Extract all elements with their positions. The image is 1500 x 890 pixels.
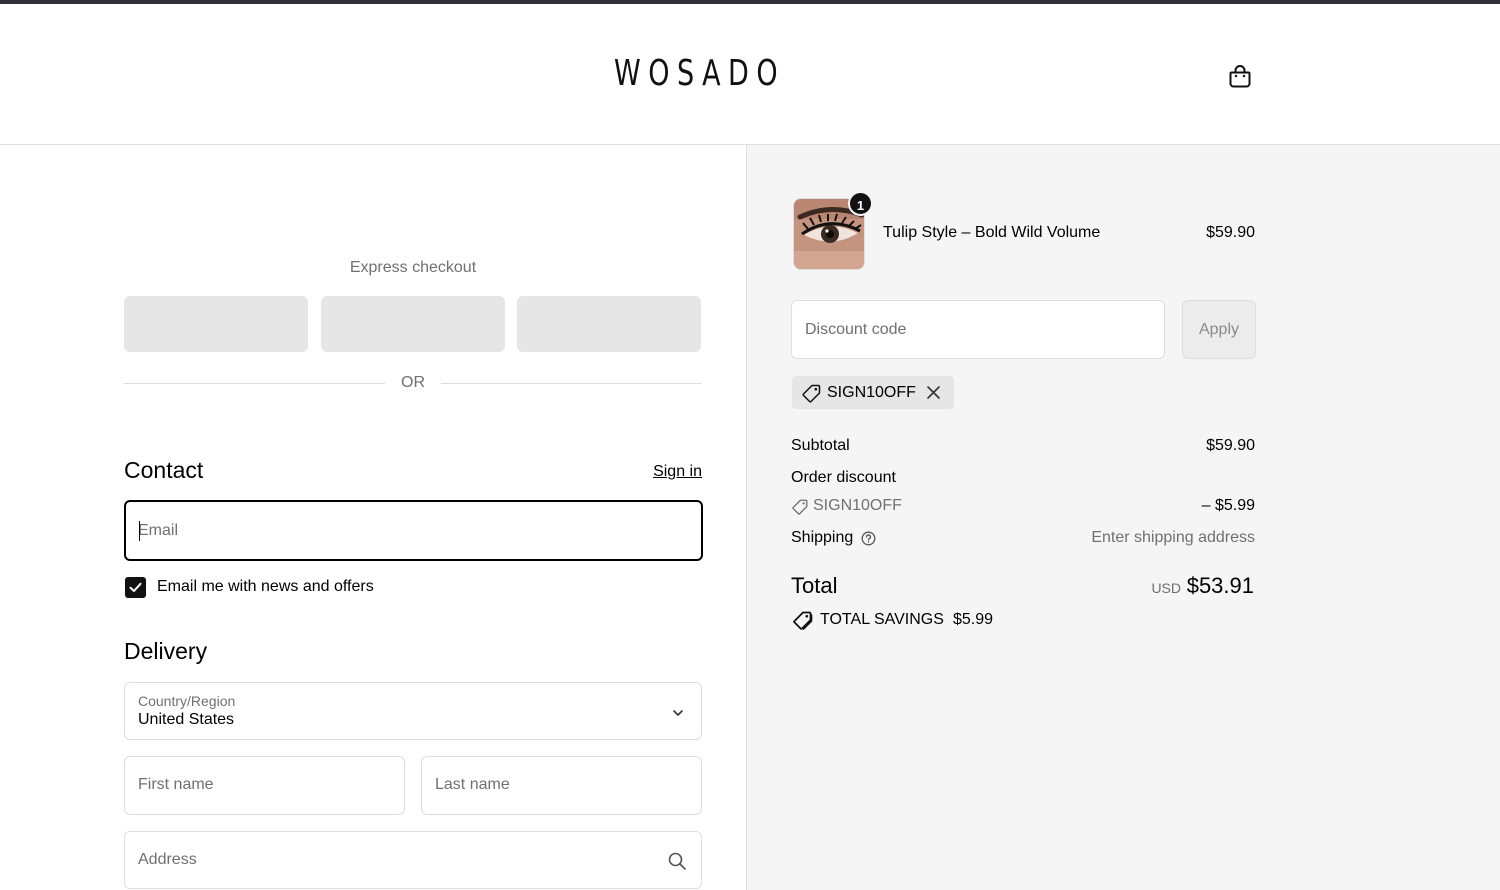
contact-title: Contact: [124, 457, 204, 483]
country-select-value: United States: [138, 711, 235, 728]
brand-logo[interactable]: WOSADO: [614, 54, 778, 94]
order-discount-label: Order discount: [791, 469, 896, 486]
order-discount-code: SIGN10OFF: [813, 497, 902, 514]
apply-button[interactable]: Apply: [1182, 300, 1256, 359]
country-select[interactable]: Country/Region United States: [124, 682, 702, 740]
delivery-title: Delivery: [124, 638, 208, 664]
discount-code-input[interactable]: [805, 301, 1145, 358]
shipping-label: Shipping: [791, 529, 854, 546]
text-caret: [139, 521, 140, 541]
first-name-placeholder: First name: [138, 776, 214, 793]
newsletter-label[interactable]: Email me with news and offers: [157, 578, 374, 596]
checkout-form: Express checkout OR Contact Sign in Emai…: [0, 145, 746, 890]
product-price: $59.90: [1206, 224, 1255, 241]
email-field[interactable]: [124, 500, 703, 561]
email-input[interactable]: [138, 502, 688, 559]
order-discount-value: – $5.99: [1201, 497, 1255, 514]
tag-icon: [802, 384, 821, 403]
address-field[interactable]: Address: [124, 831, 702, 889]
applied-discount-chip: SIGN10OFF: [792, 376, 954, 409]
address-placeholder: Address: [138, 851, 197, 868]
express-checkout-title: Express checkout: [349, 259, 477, 276]
first-name-field[interactable]: First name: [124, 756, 405, 815]
tag-icon: [792, 499, 808, 515]
total-value: $53.91: [1186, 573, 1254, 598]
last-name-placeholder: Last name: [435, 776, 510, 793]
express-pay-button-3[interactable]: [517, 296, 701, 352]
total-savings-value: $5.99: [953, 611, 994, 628]
checkout-header: WOSADO: [0, 4, 1500, 145]
sign-in-link[interactable]: Sign in: [640, 463, 702, 481]
or-divider: OR: [124, 373, 702, 393]
shipping-value: Enter shipping address: [1091, 529, 1255, 546]
help-circle-icon[interactable]: [861, 531, 876, 546]
search-icon[interactable]: [667, 851, 687, 871]
total-savings-label: TOTAL SAVINGS: [820, 611, 944, 628]
express-pay-button-1[interactable]: [124, 296, 308, 352]
applied-discount-code: SIGN10OFF: [827, 384, 916, 401]
divider-line-right: [441, 383, 702, 384]
product-name: Tulip Style – Bold Wild Volume: [883, 224, 1101, 241]
chevron-down-icon: [673, 710, 683, 716]
discount-code-field[interactable]: [791, 300, 1165, 359]
savings-tag-icon: [793, 611, 813, 630]
shopping-bag-icon[interactable]: [1227, 63, 1253, 89]
express-pay-button-2[interactable]: [321, 296, 505, 352]
total-label: Total: [791, 573, 838, 598]
checkmark-icon: [129, 582, 142, 592]
subtotal-value: $59.90: [1206, 437, 1255, 454]
order-summary: 1 Tulip Style – Bold Wild Volume $59.90 …: [746, 145, 1500, 890]
total-currency: USD: [1151, 580, 1181, 596]
subtotal-label: Subtotal: [791, 437, 850, 454]
quantity-badge: 1: [848, 191, 873, 216]
newsletter-checkbox[interactable]: [125, 577, 146, 598]
country-select-label: Country/Region: [138, 693, 236, 709]
remove-discount-icon[interactable]: [926, 385, 941, 400]
last-name-field[interactable]: Last name: [421, 756, 702, 815]
